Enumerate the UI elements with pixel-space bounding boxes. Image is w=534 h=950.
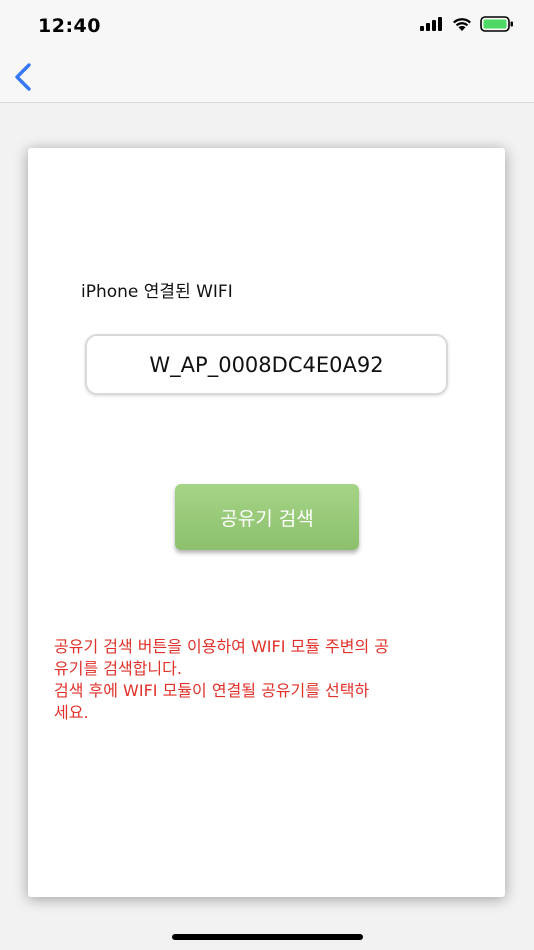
wifi-icon — [453, 17, 471, 31]
home-indicator — [172, 934, 363, 940]
wifi-setup-card: iPhone 연결된 WIFI W_AP_0008DC4E0A92 공유기 검색… — [28, 148, 505, 897]
instruction-line: 세요. — [54, 703, 89, 722]
router-search-button[interactable]: 공유기 검색 — [175, 484, 359, 550]
instruction-line: 검색 후에 WIFI 모듈이 연결될 공유기를 선택하 — [54, 681, 370, 700]
cellular-signal-icon — [420, 17, 442, 31]
status-time: 12:40 — [38, 15, 101, 37]
back-button[interactable] — [8, 60, 42, 94]
connected-wifi-label: iPhone 연결된 WIFI — [81, 282, 233, 302]
instruction-message: 공유기 검색 버튼을 이용하여 WIFI 모듈 주변의 공 유기를 검색합니다.… — [54, 636, 484, 724]
instruction-line: 유기를 검색합니다. — [54, 659, 182, 678]
status-bar: 12:40 — [0, 0, 534, 52]
battery-icon — [480, 16, 513, 32]
navigation-bar — [0, 52, 534, 103]
instruction-line: 공유기 검색 버튼을 이용하여 WIFI 모듈 주변의 공 — [54, 637, 390, 656]
status-icons — [420, 16, 514, 32]
connected-wifi-ssid-field: W_AP_0008DC4E0A92 — [85, 334, 448, 395]
chevron-left-icon — [15, 63, 31, 91]
